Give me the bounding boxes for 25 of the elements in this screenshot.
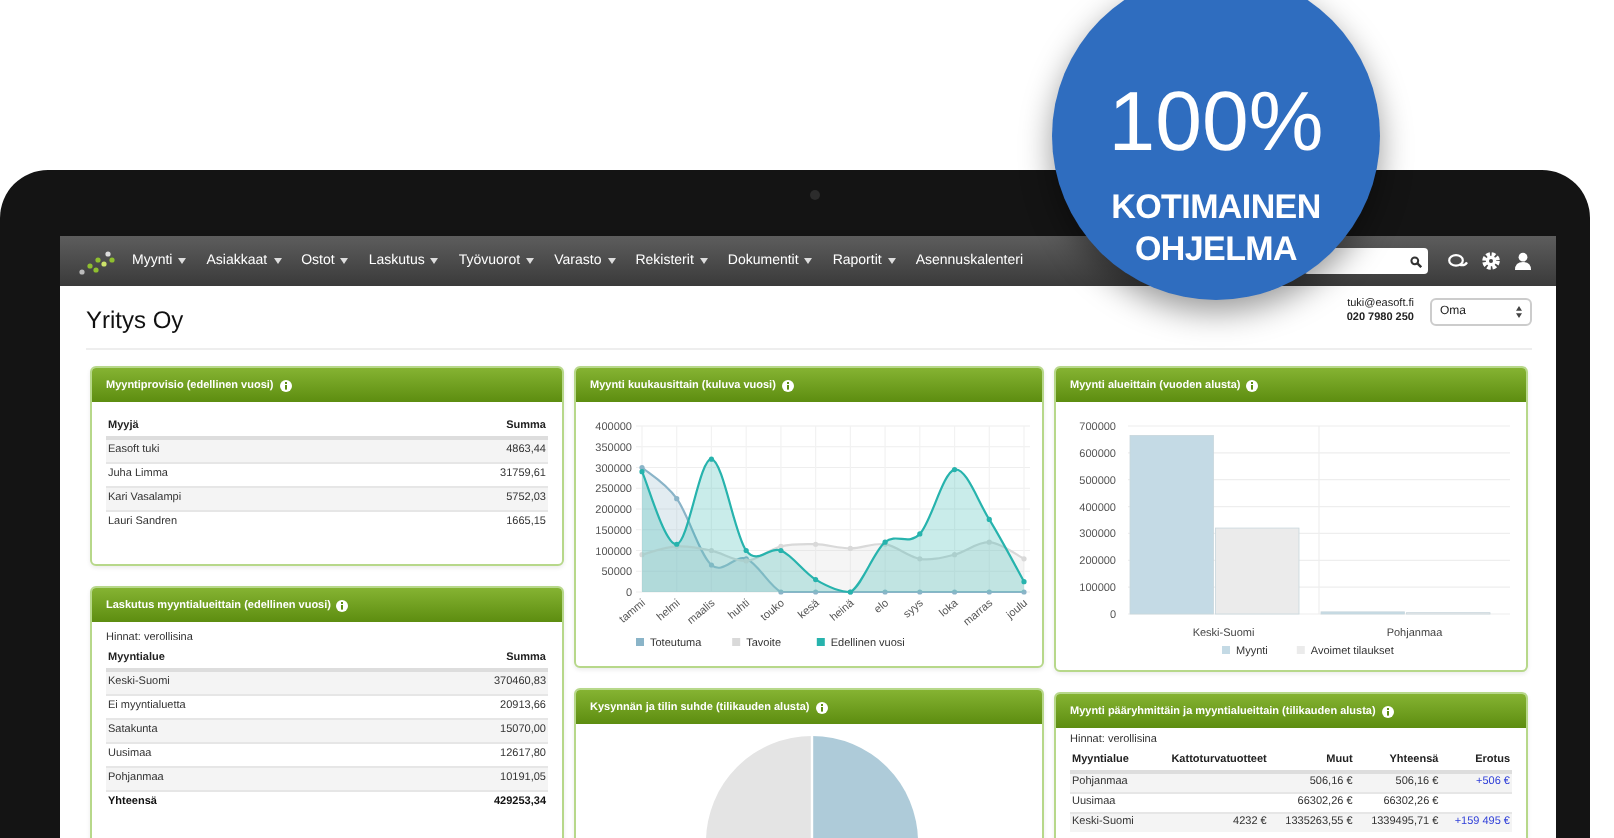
search-icon[interactable] <box>1410 255 1422 267</box>
info-icon[interactable] <box>279 379 292 391</box>
badge-text: KOTIMAINEN <box>1111 190 1321 224</box>
info-icon[interactable] <box>1246 379 1259 391</box>
info-icon[interactable] <box>1381 705 1394 717</box>
camera-icon <box>810 190 820 200</box>
logo-icon <box>76 247 116 275</box>
caret-icon <box>273 258 282 264</box>
info-icon[interactable] <box>336 599 349 611</box>
caret-icon <box>607 258 616 264</box>
badge-text: OHJELMA <box>1134 232 1298 266</box>
info-icon[interactable] <box>815 701 828 713</box>
page-title: Yritys Oy <box>86 303 186 333</box>
caret-icon <box>804 258 813 264</box>
info-icon[interactable] <box>781 379 794 391</box>
caret-icon <box>526 258 535 264</box>
caret-icon <box>430 258 439 264</box>
caret-icon <box>699 258 708 264</box>
caret-icon <box>178 258 187 264</box>
settings-icon[interactable] <box>1482 252 1500 270</box>
caret-icon <box>340 258 349 264</box>
caret-icon <box>887 258 896 264</box>
badge-value: 100% <box>1108 80 1324 164</box>
updown-icon <box>1516 305 1522 317</box>
user-icon[interactable] <box>1514 252 1532 270</box>
